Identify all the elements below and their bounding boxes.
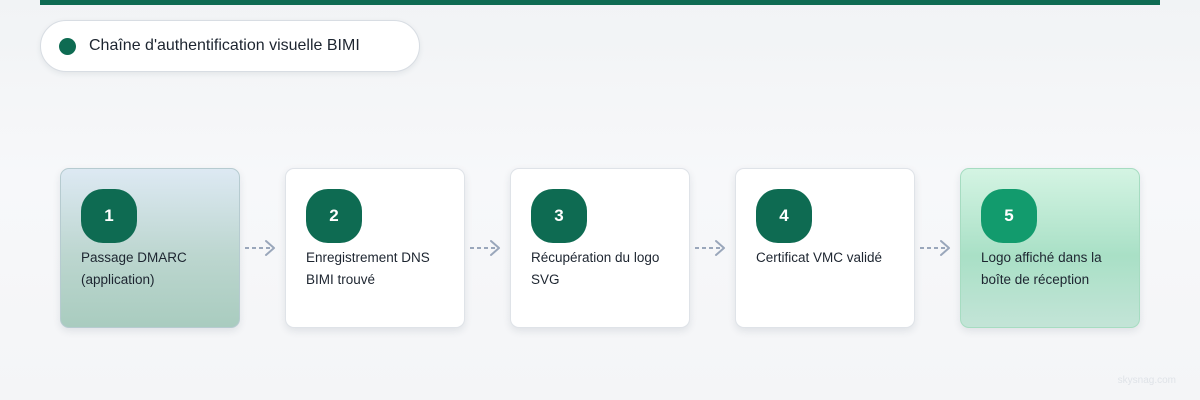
- dashed-arrow-right-icon: [245, 240, 275, 256]
- status-dot-icon: [59, 37, 76, 55]
- step-label: Passage DMARC (application): [81, 250, 187, 287]
- step-number-badge: 1: [81, 189, 137, 243]
- step-card-4: 4 Certificat VMC validé: [735, 168, 915, 328]
- dashed-arrow-right-icon: [695, 240, 725, 256]
- step-card-1: 1 Passage DMARC (application): [60, 168, 240, 328]
- step-card-2: 2 Enregistrement DNS BIMI trouvé: [285, 168, 465, 328]
- step-label: Enregistrement DNS BIMI trouvé: [306, 250, 430, 287]
- watermark: skysnag.com: [1117, 375, 1176, 386]
- step-number-badge: 4: [756, 189, 812, 243]
- page-title: Chaîne d'authentification visuelle BIMI: [89, 37, 360, 54]
- step-card-5: 5 Logo affiché dans la boîte de réceptio…: [960, 168, 1140, 328]
- step-number-badge: 3: [531, 189, 587, 243]
- step-card-3: 3 Récupération du logo SVG: [510, 168, 690, 328]
- top-accent-bar: [40, 0, 1160, 5]
- step-number-badge: 2: [306, 189, 362, 243]
- title-pill: Chaîne d'authentification visuelle BIMI: [40, 20, 420, 72]
- dashed-arrow-right-icon: [920, 240, 950, 256]
- dashed-arrow-right-icon: [470, 240, 500, 256]
- step-number-badge: 5: [981, 189, 1037, 243]
- step-label: Récupération du logo SVG: [531, 250, 660, 287]
- step-label: Logo affiché dans la boîte de réception: [981, 250, 1102, 287]
- step-label: Certificat VMC validé: [756, 250, 883, 265]
